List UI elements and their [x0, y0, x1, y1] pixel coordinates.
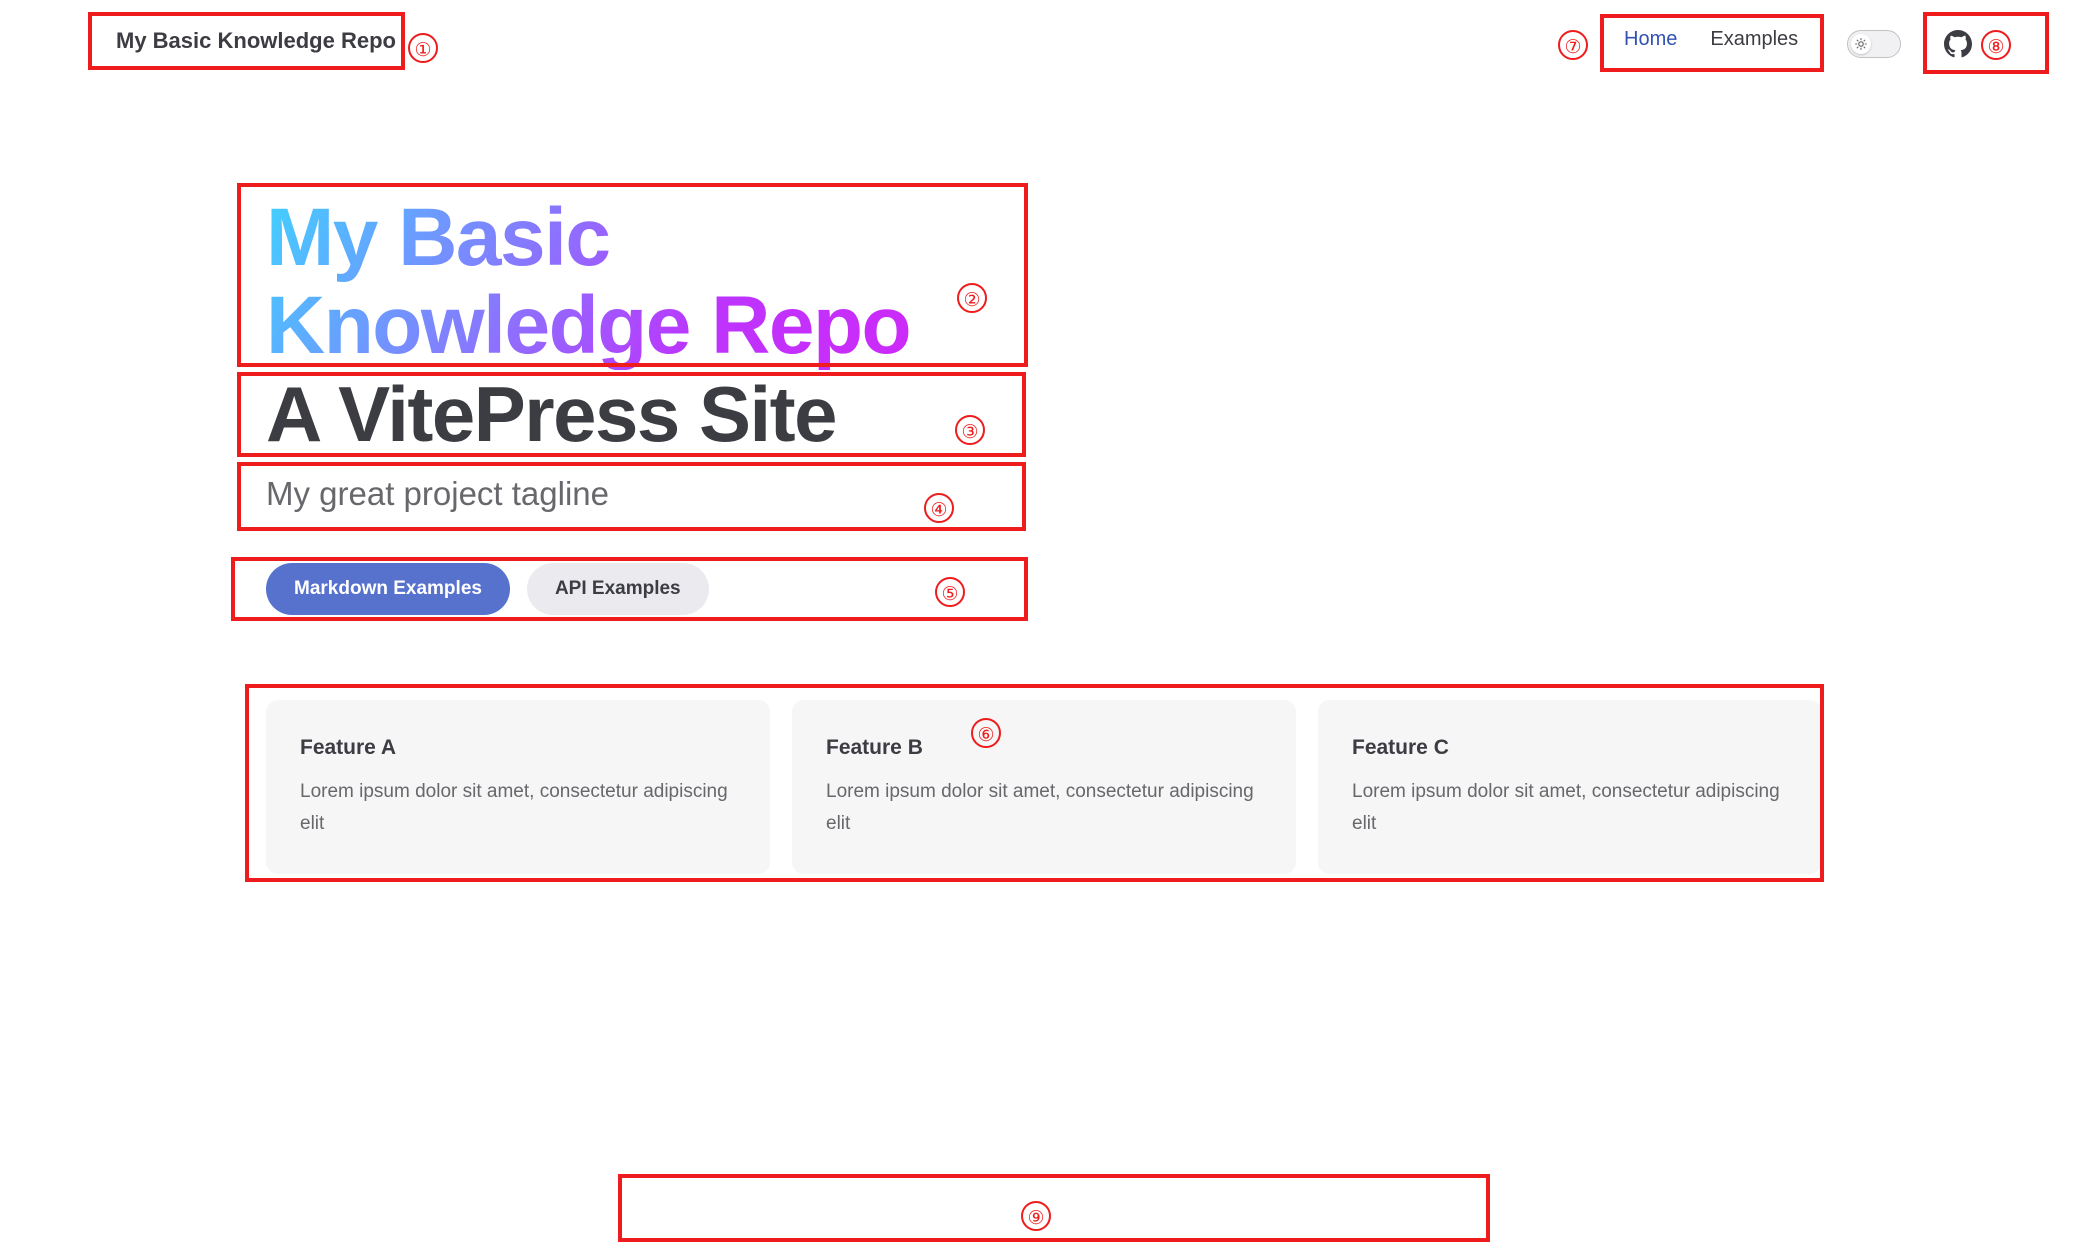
feature-details: Lorem ipsum dolor sit amet, consectetur …: [1352, 781, 1780, 834]
feature-card: Feature B Lorem ipsum dolor sit amet, co…: [792, 700, 1296, 874]
annotation-marker: ⑦: [1558, 30, 1588, 60]
theme-toggle-switch[interactable]: [1847, 30, 1901, 58]
nav-link-examples[interactable]: Examples: [1710, 28, 1798, 51]
page: My Basic Knowledge Repo Home Examples My…: [0, 0, 2088, 1257]
site-title-link[interactable]: My Basic Knowledge Repo: [116, 28, 396, 54]
hero-name: My Basic Knowledge Repo: [266, 194, 1026, 370]
feature-card: Feature A Lorem ipsum dolor sit amet, co…: [266, 700, 770, 874]
hero-actions: Markdown Examples API Examples: [266, 563, 726, 615]
annotation-marker: ⑧: [1981, 30, 2011, 60]
annotation-marker: ④: [924, 493, 954, 523]
hero-tagline: My great project tagline: [266, 475, 610, 512]
feature-title: Feature C: [1352, 736, 1449, 759]
feature-title: Feature A: [300, 736, 397, 759]
feature-details: Lorem ipsum dolor sit amet, consectetur …: [300, 781, 728, 834]
nav-menu: Home Examples: [1624, 28, 1831, 51]
feature-card: Feature C Lorem ipsum dolor sit amet, co…: [1318, 700, 1822, 874]
annotation-marker: ②: [957, 283, 987, 313]
features-grid: Feature A Lorem ipsum dolor sit amet, co…: [266, 700, 1822, 874]
annotation-marker: ③: [955, 415, 985, 445]
annotation-marker: ⑨: [1021, 1201, 1051, 1231]
github-icon[interactable]: [1944, 30, 1972, 58]
feature-title: Feature B: [826, 736, 923, 759]
markdown-examples-button[interactable]: Markdown Examples: [266, 563, 510, 615]
hero-text: A VitePress Site: [266, 370, 838, 458]
api-examples-button[interactable]: API Examples: [526, 563, 709, 615]
annotation-marker: ①: [408, 33, 438, 63]
annotation-box: [618, 1174, 1490, 1242]
annotation-marker: ⑤: [935, 577, 965, 607]
nav-link-home[interactable]: Home: [1624, 28, 1677, 51]
sun-icon: [1851, 34, 1871, 54]
feature-details: Lorem ipsum dolor sit amet, consectetur …: [826, 781, 1254, 834]
annotation-marker: ⑥: [971, 718, 1001, 748]
